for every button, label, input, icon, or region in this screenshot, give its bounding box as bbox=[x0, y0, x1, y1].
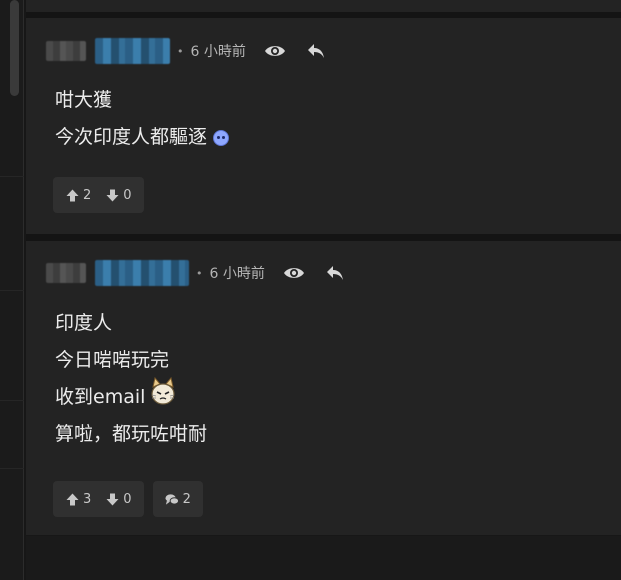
downvote-count: 0 bbox=[123, 187, 132, 203]
user-avatar-blurred bbox=[46, 41, 86, 61]
speech-bubble-icon bbox=[165, 492, 179, 506]
reply-icon[interactable] bbox=[303, 38, 329, 64]
vote-button[interactable]: 3 0 bbox=[53, 481, 144, 517]
eye-icon[interactable] bbox=[262, 38, 288, 64]
rail-divider bbox=[0, 400, 24, 401]
comment-body: 印度人 今日啱啱玩完 收到email 算啦，都玩咗咁耐 bbox=[55, 305, 207, 453]
upvote-count: 3 bbox=[83, 491, 92, 507]
comment-line: 今日啱啱玩完 bbox=[55, 349, 170, 371]
comment-actions: 3 0 2 bbox=[53, 481, 203, 517]
meta-dot: • bbox=[196, 266, 203, 280]
comment-line: 算啦，都玩咗咁耐 bbox=[55, 423, 208, 445]
comment-time: 6 小時前 bbox=[209, 266, 265, 282]
comment-card: • 6 小時前 咁大獲 今次印度人都驅逐 2 0 bbox=[26, 18, 621, 234]
comment-line: 印度人 bbox=[55, 312, 113, 334]
vote-button[interactable]: 2 0 bbox=[53, 177, 144, 213]
sad-face-emoji bbox=[213, 129, 230, 146]
thumb-up-icon bbox=[65, 492, 79, 506]
thumb-up-icon bbox=[65, 188, 79, 202]
cat-sticker bbox=[149, 376, 177, 407]
rail-divider bbox=[0, 290, 24, 291]
meta-dot: • bbox=[177, 44, 184, 58]
comment-separator bbox=[26, 234, 621, 241]
thumb-down-icon bbox=[105, 188, 119, 202]
comment-line: 咁大獲 bbox=[55, 89, 113, 111]
replies-button[interactable]: 2 bbox=[152, 481, 203, 517]
rail-divider bbox=[0, 176, 24, 177]
comment-body: 咁大獲 今次印度人都驅逐 bbox=[55, 82, 230, 156]
rail-divider bbox=[0, 468, 24, 469]
previous-comment-edge bbox=[26, 0, 621, 12]
comment-actions: 2 0 bbox=[53, 177, 144, 213]
comment-card: • 6 小時前 印度人 今日啱啱玩完 收到email 算啦，都玩咗咁耐 3 0 … bbox=[26, 241, 621, 535]
page-bottom bbox=[26, 536, 621, 580]
downvote-count: 0 bbox=[123, 491, 132, 507]
user-avatar-blurred bbox=[46, 263, 86, 283]
comment-meta: • 6 小時前 bbox=[46, 258, 348, 288]
username-blurred[interactable] bbox=[95, 38, 170, 64]
username-blurred[interactable] bbox=[95, 260, 189, 286]
scrollbar-thumb[interactable] bbox=[10, 0, 19, 96]
eye-icon[interactable] bbox=[281, 260, 307, 286]
reply-icon[interactable] bbox=[322, 260, 348, 286]
reply-count: 2 bbox=[182, 491, 191, 507]
comment-meta: • 6 小時前 bbox=[46, 36, 329, 66]
comment-line: 今次印度人都驅逐 bbox=[55, 119, 230, 156]
comment-line: 收到email bbox=[55, 376, 207, 416]
upvote-count: 2 bbox=[83, 187, 92, 203]
comment-time: 6 小時前 bbox=[190, 44, 246, 60]
thumb-down-icon bbox=[105, 492, 119, 506]
left-scroll-rail bbox=[0, 0, 24, 580]
